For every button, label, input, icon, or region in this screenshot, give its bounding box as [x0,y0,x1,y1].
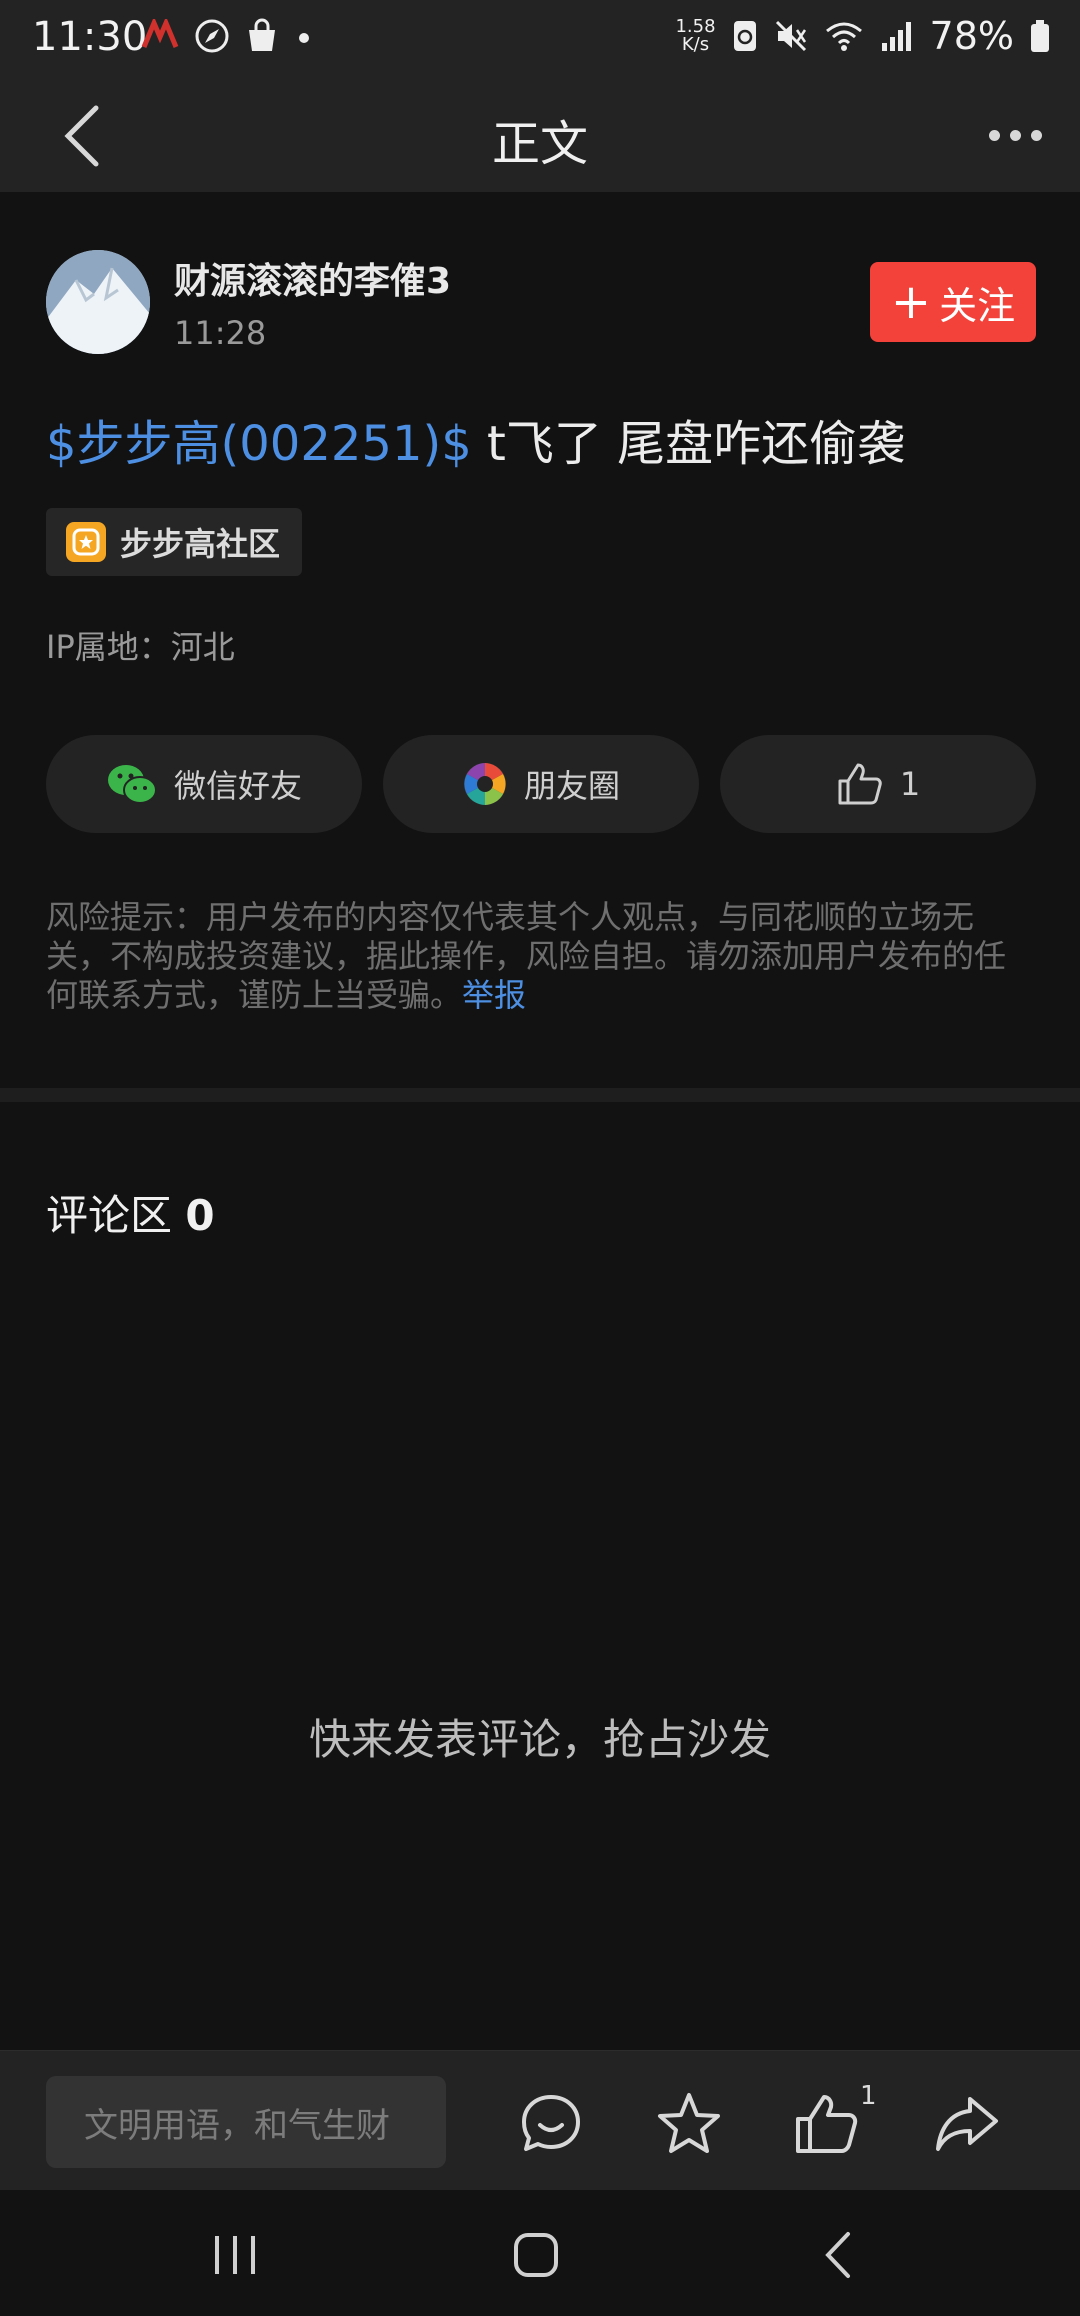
community-icon [66,522,106,562]
sync-icon [733,21,756,51]
more-button[interactable] [980,110,1050,160]
mountain-avatar-image [46,250,150,354]
post-body-text: t飞了 尾盘咋还偷袭 [471,416,906,472]
page-title: 正文 [491,116,588,172]
net-speed: 1.58 K/s [675,18,715,54]
avatar[interactable] [46,250,150,354]
top-nav-bar: 正文 [0,80,1080,192]
recent-apps-icon[interactable] [205,2228,265,2282]
more-dots-icon [988,129,1000,141]
battery-text: 78% [929,14,1014,58]
status-time: 11:30 [32,14,148,60]
comment-input[interactable]: 文明用语，和气生财 [46,2076,446,2168]
bottom-action-bar: 文明用语，和气生财 1 [0,2050,1080,2191]
share-moments-label: 朋友圈 [523,767,620,805]
star-icon[interactable] [654,2089,724,2159]
like-count: 1 [899,765,921,803]
back-nav-icon[interactable] [810,2228,870,2282]
section-divider [0,1088,1080,1102]
status-bar: 11:30 1.58 K/s 78% [0,0,1080,80]
stock-tag-link[interactable]: $步步高(002251)$ [46,416,472,472]
thumbs-up-icon [838,763,882,805]
share-icon[interactable] [932,2089,1002,2159]
wechat-icon [107,765,157,804]
status-right-icons: 1.58 K/s 78% [675,14,1050,58]
author-name[interactable]: 财源滚滚的李傕3 [174,252,451,304]
net-speed-unit: K/s [681,34,710,55]
share-wechat-label: 微信好友 [173,767,302,805]
signal-icon [881,22,911,51]
community-label: 步步高社区 [120,525,281,563]
comments-header: 评论区 0 [46,1182,215,1243]
comment-icon[interactable] [516,2089,586,2159]
empty-comments-hint: 快来发表评论，抢占沙发 [308,1715,771,1764]
post-content: $步步高(002251)$ t飞了 尾盘咋还偷袭 [46,404,905,474]
risk-notice: 风险提示：用户发布的内容仅代表其个人观点，与同花顺的立场无关，不构成投资建议，据… [46,898,1036,1015]
home-icon[interactable] [506,2228,566,2282]
follow-button[interactable]: + 关注 [870,262,1036,342]
wifi-icon [825,22,862,51]
report-link[interactable]: 举报 [462,976,526,1014]
compass-icon [195,19,229,53]
app-icon [141,19,179,48]
plus-icon: + [890,274,932,330]
share-moments-button[interactable]: 朋友圈 [383,735,699,833]
like-pill-button[interactable]: 1 [720,735,1036,833]
post-time: 11:28 [174,314,267,352]
bottom-like-count: 1 [860,2081,877,2111]
mute-icon [775,20,806,52]
comments-count: 0 [185,1191,215,1240]
status-left-icons [140,18,314,54]
community-tag[interactable]: 步步高社区 [46,508,303,576]
share-row: 微信好友 朋友圈 1 [46,735,1036,833]
comments-title: 评论区 [46,1191,173,1240]
share-wechat-button[interactable]: 微信好友 [46,735,362,833]
thumbs-up-icon[interactable] [792,2089,862,2159]
battery-icon [1031,20,1049,52]
dot-icon [299,33,309,43]
ip-location: IP属地：河北 [46,628,235,666]
moments-icon [463,763,506,805]
system-nav-bar [0,2190,1080,2316]
follow-label: 关注 [939,283,1016,328]
bag-icon [249,18,275,51]
